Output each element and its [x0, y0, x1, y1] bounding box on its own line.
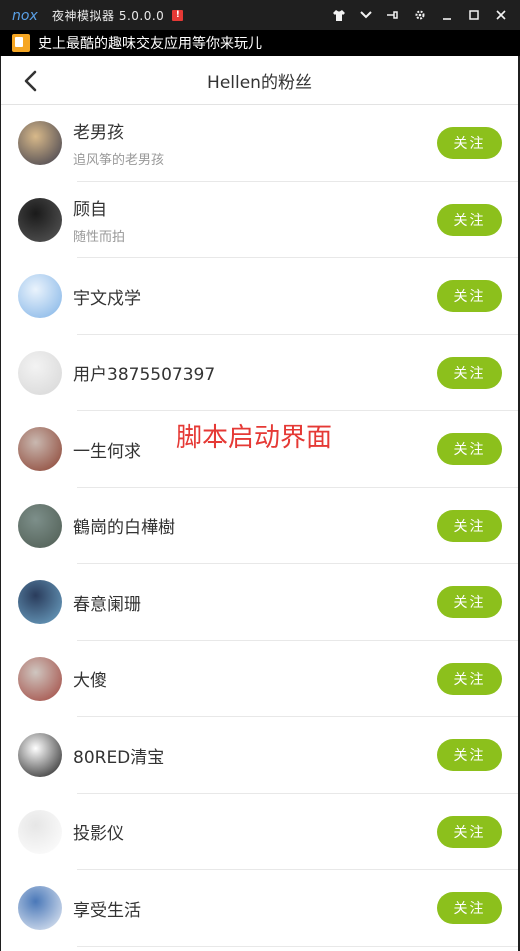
minimize-icon[interactable] [433, 0, 460, 30]
nox-logo: nox [12, 7, 46, 23]
user-name: 老男孩 [73, 123, 124, 144]
pin-icon[interactable] [379, 0, 406, 30]
list-item[interactable]: 顾自随性而拍 关注 [1, 182, 518, 259]
alert-badge[interactable]: ! [172, 9, 184, 21]
list-item[interactable]: 鶴崗的白樺樹 关注 [1, 488, 518, 565]
user-name: 投影仪 [73, 824, 124, 845]
avatar[interactable] [18, 580, 62, 625]
user-info: 一生何求 [73, 411, 141, 488]
ad-banner[interactable]: 史上最酷的趣味交友应用等你来玩儿 [0, 30, 520, 56]
close-icon[interactable] [487, 0, 514, 30]
list-item[interactable]: 享受生活 关注 [1, 870, 518, 947]
user-name: 用户3875507397 [73, 365, 216, 386]
avatar[interactable] [18, 733, 62, 778]
follow-button[interactable]: 关注 [437, 662, 502, 695]
follow-button[interactable]: 关注 [437, 203, 502, 236]
follower-list: 老男孩 追风筝的老男孩 关注 顾自 随性而拍 关注 宇文戍学 关注 用户3875507397 关注… [1, 105, 518, 947]
back-arrow-icon[interactable] [15, 66, 45, 96]
user-info: 鶴崗的白樺樹 [73, 488, 175, 565]
maximize-icon[interactable] [460, 0, 487, 30]
list-item[interactable]: 春意阑珊 关注 [1, 564, 518, 641]
emulator-title: 夜神模拟器 5.0.0.0 [52, 8, 165, 23]
avatar[interactable] [18, 656, 62, 701]
user-info: 80RED清宝 [73, 717, 164, 794]
avatar[interactable] [18, 274, 62, 319]
user-name: 鶴崗的白樺樹 [73, 518, 175, 539]
avatar[interactable] [18, 503, 62, 548]
user-signature: 随性而拍 [73, 229, 126, 245]
follow-button[interactable]: 关注 [437, 509, 502, 542]
chevron-down-icon[interactable] [352, 0, 379, 30]
follow-button[interactable]: 关注 [437, 356, 502, 389]
user-name: 80RED清宝 [73, 747, 165, 768]
follow-button[interactable]: 关注 [437, 280, 502, 313]
user-name: 一生何求 [73, 441, 141, 462]
list-item[interactable]: 宇文戍学 关注 [1, 258, 518, 335]
page-title: Hellen的粉丝 [207, 72, 312, 93]
shirt-icon[interactable] [325, 0, 352, 30]
user-name: 大傻 [73, 671, 107, 692]
list-item[interactable]: 大傻 关注 [1, 641, 518, 718]
followers-screen: Hellen的粉丝 老男孩 追风筝的老男孩 关注 顾自 随性而拍 关注 宇文戍学 关注 用户38… [1, 56, 518, 951]
user-info: 老男孩追风筝的老男孩 [73, 105, 164, 182]
user-name: 春意阑珊 [73, 594, 141, 615]
list-item[interactable]: 80RED清宝 关注 [1, 717, 518, 794]
script-start-label: 脚本启动界面 [176, 423, 333, 453]
svg-text:nox: nox [12, 8, 38, 22]
user-info: 用户3875507397 [73, 335, 215, 412]
app-ad-icon [12, 34, 30, 52]
list-item[interactable]: 用户3875507397 关注 [1, 335, 518, 412]
user-info: 投影仪 [73, 794, 124, 871]
list-item[interactable]: 投影仪 关注 [1, 794, 518, 871]
user-info: 大傻 [73, 641, 107, 718]
ad-banner-text: 史上最酷的趣味交友应用等你来玩儿 [38, 36, 262, 52]
user-signature: 追风筝的老男孩 [73, 153, 165, 169]
avatar[interactable] [18, 121, 62, 166]
user-name: 宇文戍学 [73, 288, 141, 309]
avatar[interactable] [18, 809, 62, 854]
user-info: 宇文戍学 [73, 258, 141, 335]
user-info: 顾自 随性而拍 [73, 182, 125, 259]
follow-button[interactable]: 关注 [437, 815, 502, 848]
avatar[interactable] [18, 197, 62, 242]
user-info: 春意阑珊 [73, 564, 141, 641]
list-item[interactable]: 老男孩追风筝的老男孩 关注 [1, 105, 518, 182]
follow-button[interactable]: 关注 [437, 739, 502, 772]
window-controls [325, 0, 514, 30]
follow-button[interactable]: 关注 [437, 892, 502, 925]
emulator-titlebar: nox 夜神模拟器 5.0.0.0 ! [0, 0, 520, 30]
follow-button[interactable]: 关注 [437, 127, 502, 160]
user-name: 享受生活 [73, 900, 141, 921]
user-info: 享受生活 [73, 870, 141, 947]
avatar[interactable] [18, 350, 62, 395]
nav-bar: Hellen的粉丝 [1, 56, 518, 105]
avatar[interactable] [18, 886, 62, 931]
follow-button[interactable]: 关注 [437, 586, 502, 619]
user-name: 顾自 [73, 199, 107, 220]
gear-icon[interactable] [406, 0, 433, 30]
avatar[interactable] [18, 427, 62, 472]
follow-button[interactable]: 关注 [437, 433, 502, 466]
